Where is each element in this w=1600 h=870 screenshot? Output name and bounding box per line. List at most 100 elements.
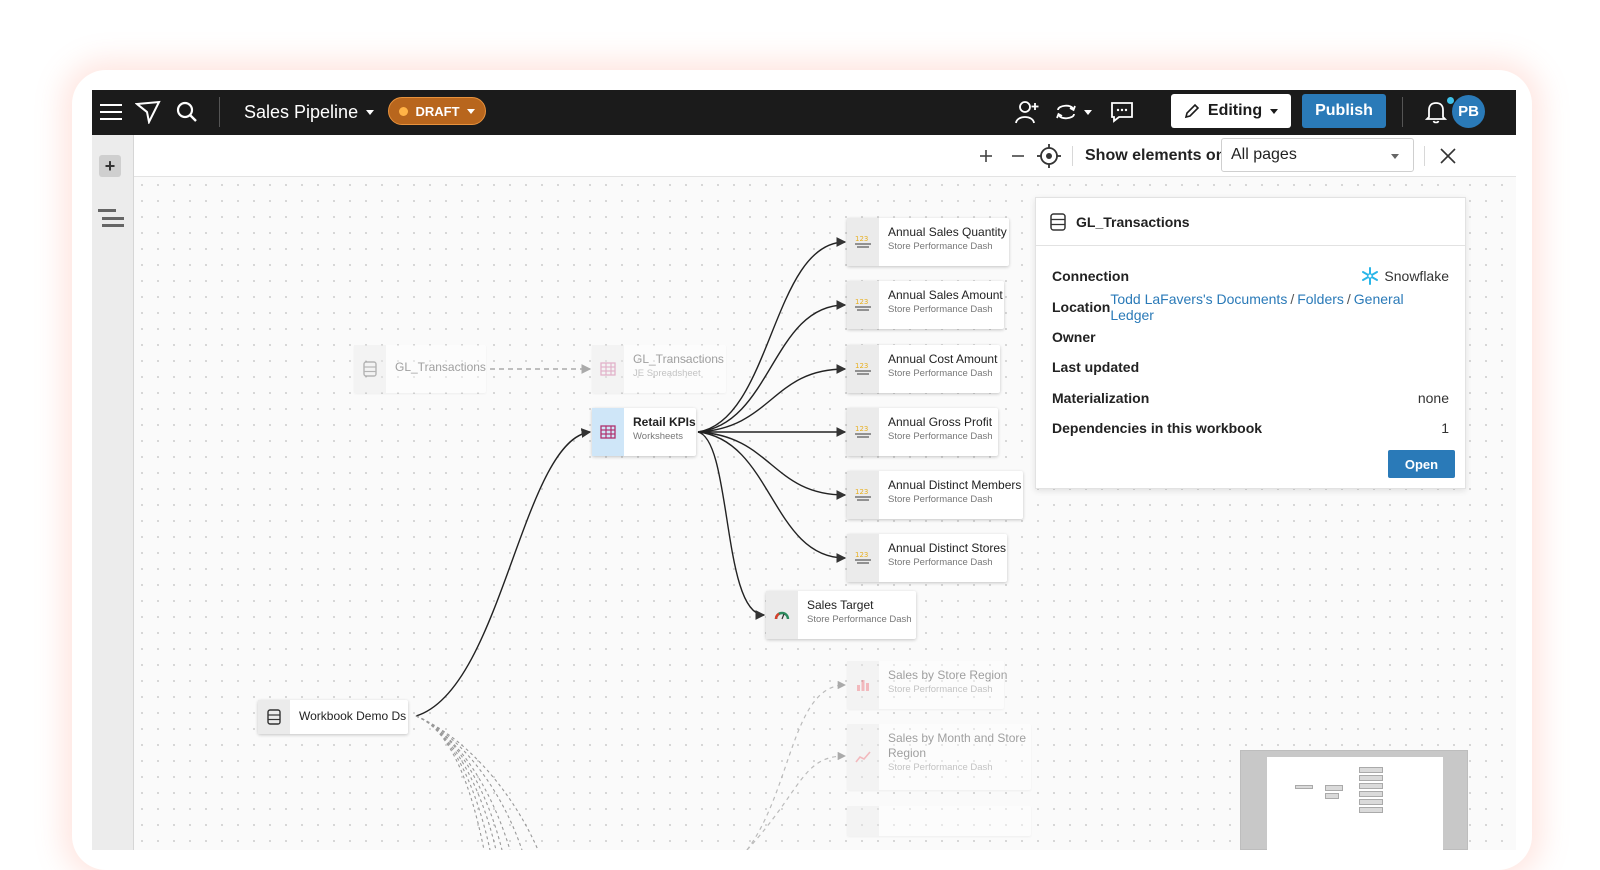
edge-retail-kpis-to-sales-target — [697, 431, 766, 620]
node-retail-kpis[interactable]: Retail KPIs Worksheets — [592, 408, 696, 456]
last-updated-label: Last updated — [1052, 359, 1140, 375]
node-title: Sales by Month and Store — [888, 731, 1027, 745]
node-annual-cost-amount[interactable]: 123 Annual Cost Amount Store Performance … — [847, 345, 1000, 393]
app-window: Sales Pipeline DRAFT Editing Publish PB … — [92, 90, 1516, 850]
edge-retail-kpis-to-annual-distinct-members — [697, 431, 847, 500]
node-title: Sales by Store Region — [888, 668, 1008, 682]
table-icon — [592, 408, 624, 456]
kpi-icon: 123 — [847, 218, 879, 266]
line-chart-icon — [847, 724, 879, 790]
kpi-icon: 123 — [847, 408, 879, 456]
kpi-icon: 123 — [847, 534, 879, 582]
minimap-node — [1359, 775, 1383, 781]
node-title: Retail KPIs — [633, 415, 696, 429]
node-title: Annual Sales Amount — [888, 288, 1003, 302]
node-subtitle: Store Performance Dash — [888, 762, 993, 773]
minimap-node — [1295, 785, 1313, 789]
node-title: Annual Distinct Members — [888, 478, 1022, 492]
svg-text:123: 123 — [855, 235, 868, 243]
connection-value: Snowflake — [1384, 268, 1449, 284]
location-link-folders[interactable]: Folders — [1297, 291, 1344, 307]
row-dependencies: Dependencies in this workbook 1 — [1052, 418, 1449, 438]
node-title: GL_Transactions — [633, 352, 724, 366]
location-separator: / — [1346, 291, 1351, 307]
node-sales-target[interactable]: Sales Target Store Performance Dash — [766, 591, 916, 639]
minimap-node — [1359, 767, 1383, 773]
node-sales-by-store-region[interactable]: Sales by Store Region Store Performance D… — [847, 661, 1008, 709]
kpi-icon: 123 — [847, 281, 879, 329]
snowflake-icon — [1362, 267, 1379, 285]
node-annual-distinct-stores[interactable]: 123 Annual Distinct Stores Store Performa… — [847, 534, 1007, 582]
node-subtitle: Store Performance Dash — [888, 557, 993, 568]
node-subtitle: Worksheets — [633, 431, 683, 442]
row-last-updated: Last updated — [1052, 357, 1449, 377]
materialization-value: none — [1417, 390, 1449, 406]
minimap-node — [1359, 807, 1383, 813]
node-annual-distinct-members[interactable]: 123 Annual Distinct Members Store Perform… — [847, 471, 1023, 519]
edge-retail-kpis-to-annual-sales-quantity — [697, 237, 847, 433]
node-subtitle: Store Performance Dash — [888, 241, 993, 252]
node-annual-sales-amount[interactable]: 123 Annual Sales Amount Store Performance… — [847, 281, 1004, 329]
svg-text:123: 123 — [855, 425, 868, 433]
row-connection: Connection Snowflake — [1052, 266, 1449, 286]
connection-label: Connection — [1052, 268, 1129, 284]
minimap-node — [1359, 799, 1383, 805]
owner-label: Owner — [1052, 329, 1096, 345]
node-title: Annual Cost Amount — [888, 352, 998, 366]
dependencies-value: 1 — [1441, 420, 1449, 436]
node-subtitle: Store Performance Dash — [807, 614, 912, 625]
node-title: GL_Transactions — [395, 360, 486, 374]
minimap-node — [1325, 793, 1339, 799]
node-title-line2: Region — [888, 746, 927, 760]
row-owner: Owner — [1052, 327, 1449, 347]
node-annual-sales-quantity[interactable]: 123 Annual Sales Quantity Store Performan… — [847, 218, 1009, 266]
node-title: Sales Target — [807, 598, 874, 612]
node-subtitle: Store Performance Dash — [888, 304, 993, 315]
database-icon — [258, 700, 290, 734]
svg-text:123: 123 — [855, 551, 868, 559]
node-title: Annual Sales Quantity — [888, 225, 1007, 239]
kpi-icon: 123 — [847, 471, 879, 519]
location-separator: / — [1290, 291, 1295, 307]
location-link-documents[interactable]: Todd LaFavers's Documents — [1110, 291, 1287, 307]
minimap-viewport[interactable] — [1267, 757, 1443, 850]
node-gl-spreadsheet[interactable]: GL_Transactions JE Spreadsheet — [592, 345, 726, 393]
minimap[interactable] — [1240, 750, 1468, 850]
row-location: Location Todd LaFavers's Documents / Folde… — [1052, 291, 1449, 323]
database-icon — [1050, 212, 1066, 231]
node-subtitle: Store Performance Dash — [888, 431, 993, 442]
minimap-node — [1359, 783, 1383, 789]
location-path: Todd LaFavers's Documents / Folders / Genera… — [1110, 291, 1449, 323]
edge-bundle-workbook-demo — [415, 715, 539, 850]
connection-link[interactable]: Snowflake — [1361, 267, 1449, 285]
panel-title: GL_Transactions — [1076, 213, 1190, 230]
node-gl-source[interactable]: GL_Transactions — [354, 345, 486, 393]
node-sales-by-month-region[interactable]: Sales by Month and Store Region Store Perf… — [847, 724, 1031, 790]
node-subtitle: Store Performance Dash — [888, 368, 993, 379]
node-subtitle: Store Performance Dash — [888, 684, 993, 695]
gauge-icon — [766, 591, 798, 639]
materialization-label: Materialization — [1052, 390, 1150, 406]
node-subtitle: Store Performance Dash — [888, 494, 993, 505]
node-title: Workbook Demo Ds — [299, 709, 407, 723]
open-button[interactable]: Open — [1388, 450, 1455, 478]
edge-faded-sales-by-month-region — [746, 751, 847, 850]
database-icon — [354, 345, 386, 393]
edge-faded-sales-by-store-region — [746, 680, 847, 850]
edge-retail-kpis-to-annual-distinct-stores — [697, 431, 847, 563]
minimap-node — [1325, 785, 1343, 791]
table-icon — [592, 345, 624, 393]
node-subtitle: JE Spreadsheet — [633, 368, 701, 379]
minimap-node — [1359, 791, 1383, 797]
node-annual-gross-profit[interactable]: 123 Annual Gross Profit Store Performance… — [847, 408, 998, 456]
panel-header: GL_Transactions — [1036, 198, 1465, 246]
bar-chart-icon — [847, 661, 879, 709]
details-panel: GL_Transactions Connection Snowflake Loc… — [1035, 197, 1466, 489]
svg-text:123: 123 — [855, 362, 868, 370]
edge-workbook-demo-to-retail-kpis — [415, 428, 592, 717]
svg-text:123: 123 — [855, 298, 868, 306]
node-workbook-demo[interactable]: Workbook Demo Ds — [258, 700, 408, 734]
node-title: Annual Gross Profit — [888, 415, 993, 429]
dependencies-label: Dependencies in this workbook — [1052, 420, 1263, 436]
row-materialization: Materialization none — [1052, 388, 1449, 408]
